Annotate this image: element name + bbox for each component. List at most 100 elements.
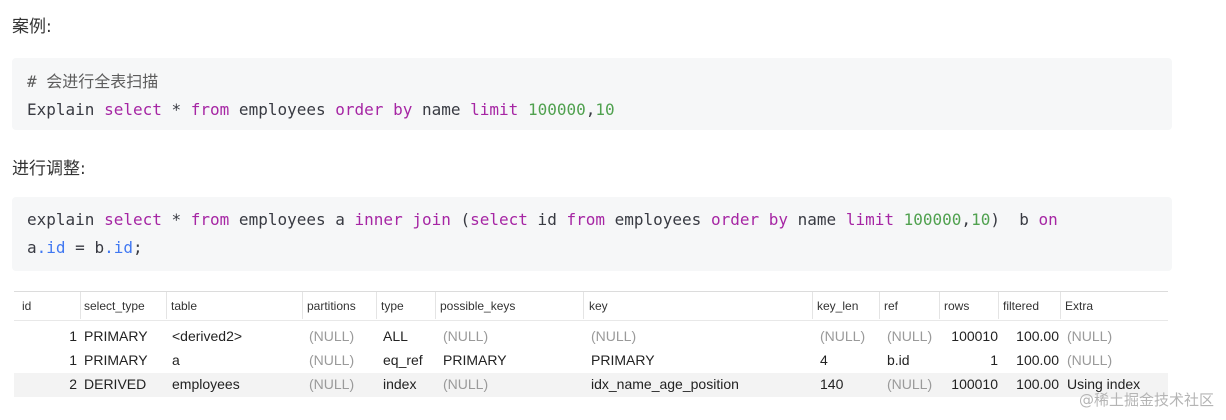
section-heading-case: 案例: [12, 17, 52, 37]
code-keyword: order by [335, 100, 413, 119]
column-header-id[interactable]: id [22, 299, 31, 313]
code-token: , [585, 100, 596, 119]
explain-result-grid: id select_type table partitions type pos… [14, 291, 1168, 404]
code-token: name [412, 100, 471, 119]
column-header-possible-keys[interactable]: possible_keys [440, 299, 515, 313]
code-block-full-scan: # 会进行全表扫描 Explain select * from employee… [12, 58, 1172, 130]
cell-key-len: 4 [820, 352, 828, 368]
cell-partitions: (NULL) [309, 352, 355, 368]
code-number: 10 [595, 100, 615, 119]
code-keyword: select [104, 210, 162, 229]
cell-select-type: PRIMARY [84, 328, 148, 344]
column-divider[interactable] [812, 292, 813, 319]
cell-possible-keys: (NULL) [443, 376, 489, 392]
column-divider[interactable] [1060, 292, 1061, 319]
cell-filtered: 100.00 [1016, 376, 1059, 392]
cell-possible-keys: PRIMARY [443, 352, 507, 368]
code-number: 100000 [527, 100, 586, 119]
cell-ref: b.id [887, 352, 910, 368]
code-keyword: select [104, 100, 162, 119]
cell-key: (NULL) [591, 328, 637, 344]
cell-type: index [383, 376, 417, 392]
cell-type: ALL [383, 328, 408, 344]
cell-table: employees [172, 376, 240, 392]
cell-partitions: (NULL) [309, 328, 355, 344]
code-keyword: select [470, 210, 528, 229]
cell-id: 2 [69, 376, 77, 392]
code-property: .id [104, 238, 133, 257]
code-token: * [161, 210, 191, 229]
cell-key-len: (NULL) [820, 328, 866, 344]
code-token: employees a [229, 210, 355, 229]
code-keyword: on [1038, 210, 1058, 229]
cell-extra: (NULL) [1067, 352, 1113, 368]
column-divider[interactable] [302, 292, 303, 319]
cell-filtered: 100.00 [1016, 328, 1059, 344]
code-token: a [27, 238, 37, 257]
cell-extra: (NULL) [1067, 328, 1113, 344]
code-token: employees [229, 100, 336, 119]
column-divider[interactable] [166, 292, 167, 319]
code-keyword: inner join [354, 210, 451, 229]
code-token: explain [27, 210, 105, 229]
cell-ref: (NULL) [887, 376, 933, 392]
table-row[interactable]: 1 PRIMARY <derived2> (NULL) ALL (NULL) (… [14, 325, 1168, 349]
column-divider[interactable] [998, 292, 999, 319]
cell-select-type: DERIVED [84, 376, 147, 392]
code-number: 100000 [903, 210, 962, 229]
code-keyword: from [566, 210, 605, 229]
cell-filtered: 100.00 [1016, 352, 1059, 368]
cell-id: 1 [69, 328, 77, 344]
code-keyword: from [190, 210, 230, 229]
table-row[interactable]: 2 DERIVED employees (NULL) index (NULL) … [14, 373, 1168, 397]
watermark: @稀土掘金技术社区 [1078, 391, 1214, 409]
cell-partitions: (NULL) [309, 376, 355, 392]
code-keyword: from [190, 100, 230, 119]
cell-key-len: 140 [820, 376, 844, 392]
cell-table: a [172, 352, 180, 368]
code-token: ) b [990, 210, 1039, 229]
column-header-rows[interactable]: rows [944, 299, 969, 313]
cell-key: PRIMARY [591, 352, 655, 368]
column-header-select-type[interactable]: select_type [84, 299, 145, 313]
column-header-partitions[interactable]: partitions [307, 299, 356, 313]
section-heading-adjust: 进行调整: [12, 159, 86, 179]
table-row[interactable]: 1 PRIMARY a (NULL) eq_ref PRIMARY PRIMAR… [14, 349, 1168, 373]
result-grid-header: id select_type table partitions type pos… [14, 292, 1168, 321]
cell-rows: 100010 [951, 328, 998, 344]
code-keyword: order by [710, 210, 789, 229]
column-divider[interactable] [879, 292, 880, 319]
column-divider[interactable] [435, 292, 436, 319]
column-header-table[interactable]: table [171, 299, 197, 313]
column-divider[interactable] [80, 292, 81, 319]
cell-rows: 100010 [951, 376, 998, 392]
column-divider[interactable] [939, 292, 940, 319]
column-header-key-len[interactable]: key_len [817, 299, 858, 313]
cell-select-type: PRIMARY [84, 352, 148, 368]
code-token: id [527, 210, 567, 229]
column-header-filtered[interactable]: filtered [1003, 299, 1039, 313]
code-token: name [788, 210, 846, 229]
code-token: , [961, 210, 972, 229]
column-header-extra[interactable]: Extra [1065, 299, 1093, 313]
column-header-type[interactable]: type [381, 299, 404, 313]
code-number: 10 [971, 210, 991, 229]
cell-possible-keys: (NULL) [443, 328, 489, 344]
column-header-key[interactable]: key [589, 299, 608, 313]
code-block-optimized: explain select * from employees a inner … [12, 197, 1172, 271]
cell-rows: 1 [990, 352, 998, 368]
cell-table: <derived2> [172, 328, 243, 344]
code-token: ( [450, 210, 471, 229]
code-token: = b [65, 238, 105, 257]
cell-type: eq_ref [383, 352, 423, 368]
code-token: employees [604, 210, 711, 229]
code-token: Explain [27, 100, 105, 119]
column-divider[interactable] [583, 292, 584, 319]
cell-id: 1 [69, 352, 77, 368]
code-token: ; [132, 238, 143, 257]
column-divider[interactable] [376, 292, 377, 319]
cell-ref: (NULL) [887, 328, 933, 344]
column-header-ref[interactable]: ref [884, 299, 898, 313]
